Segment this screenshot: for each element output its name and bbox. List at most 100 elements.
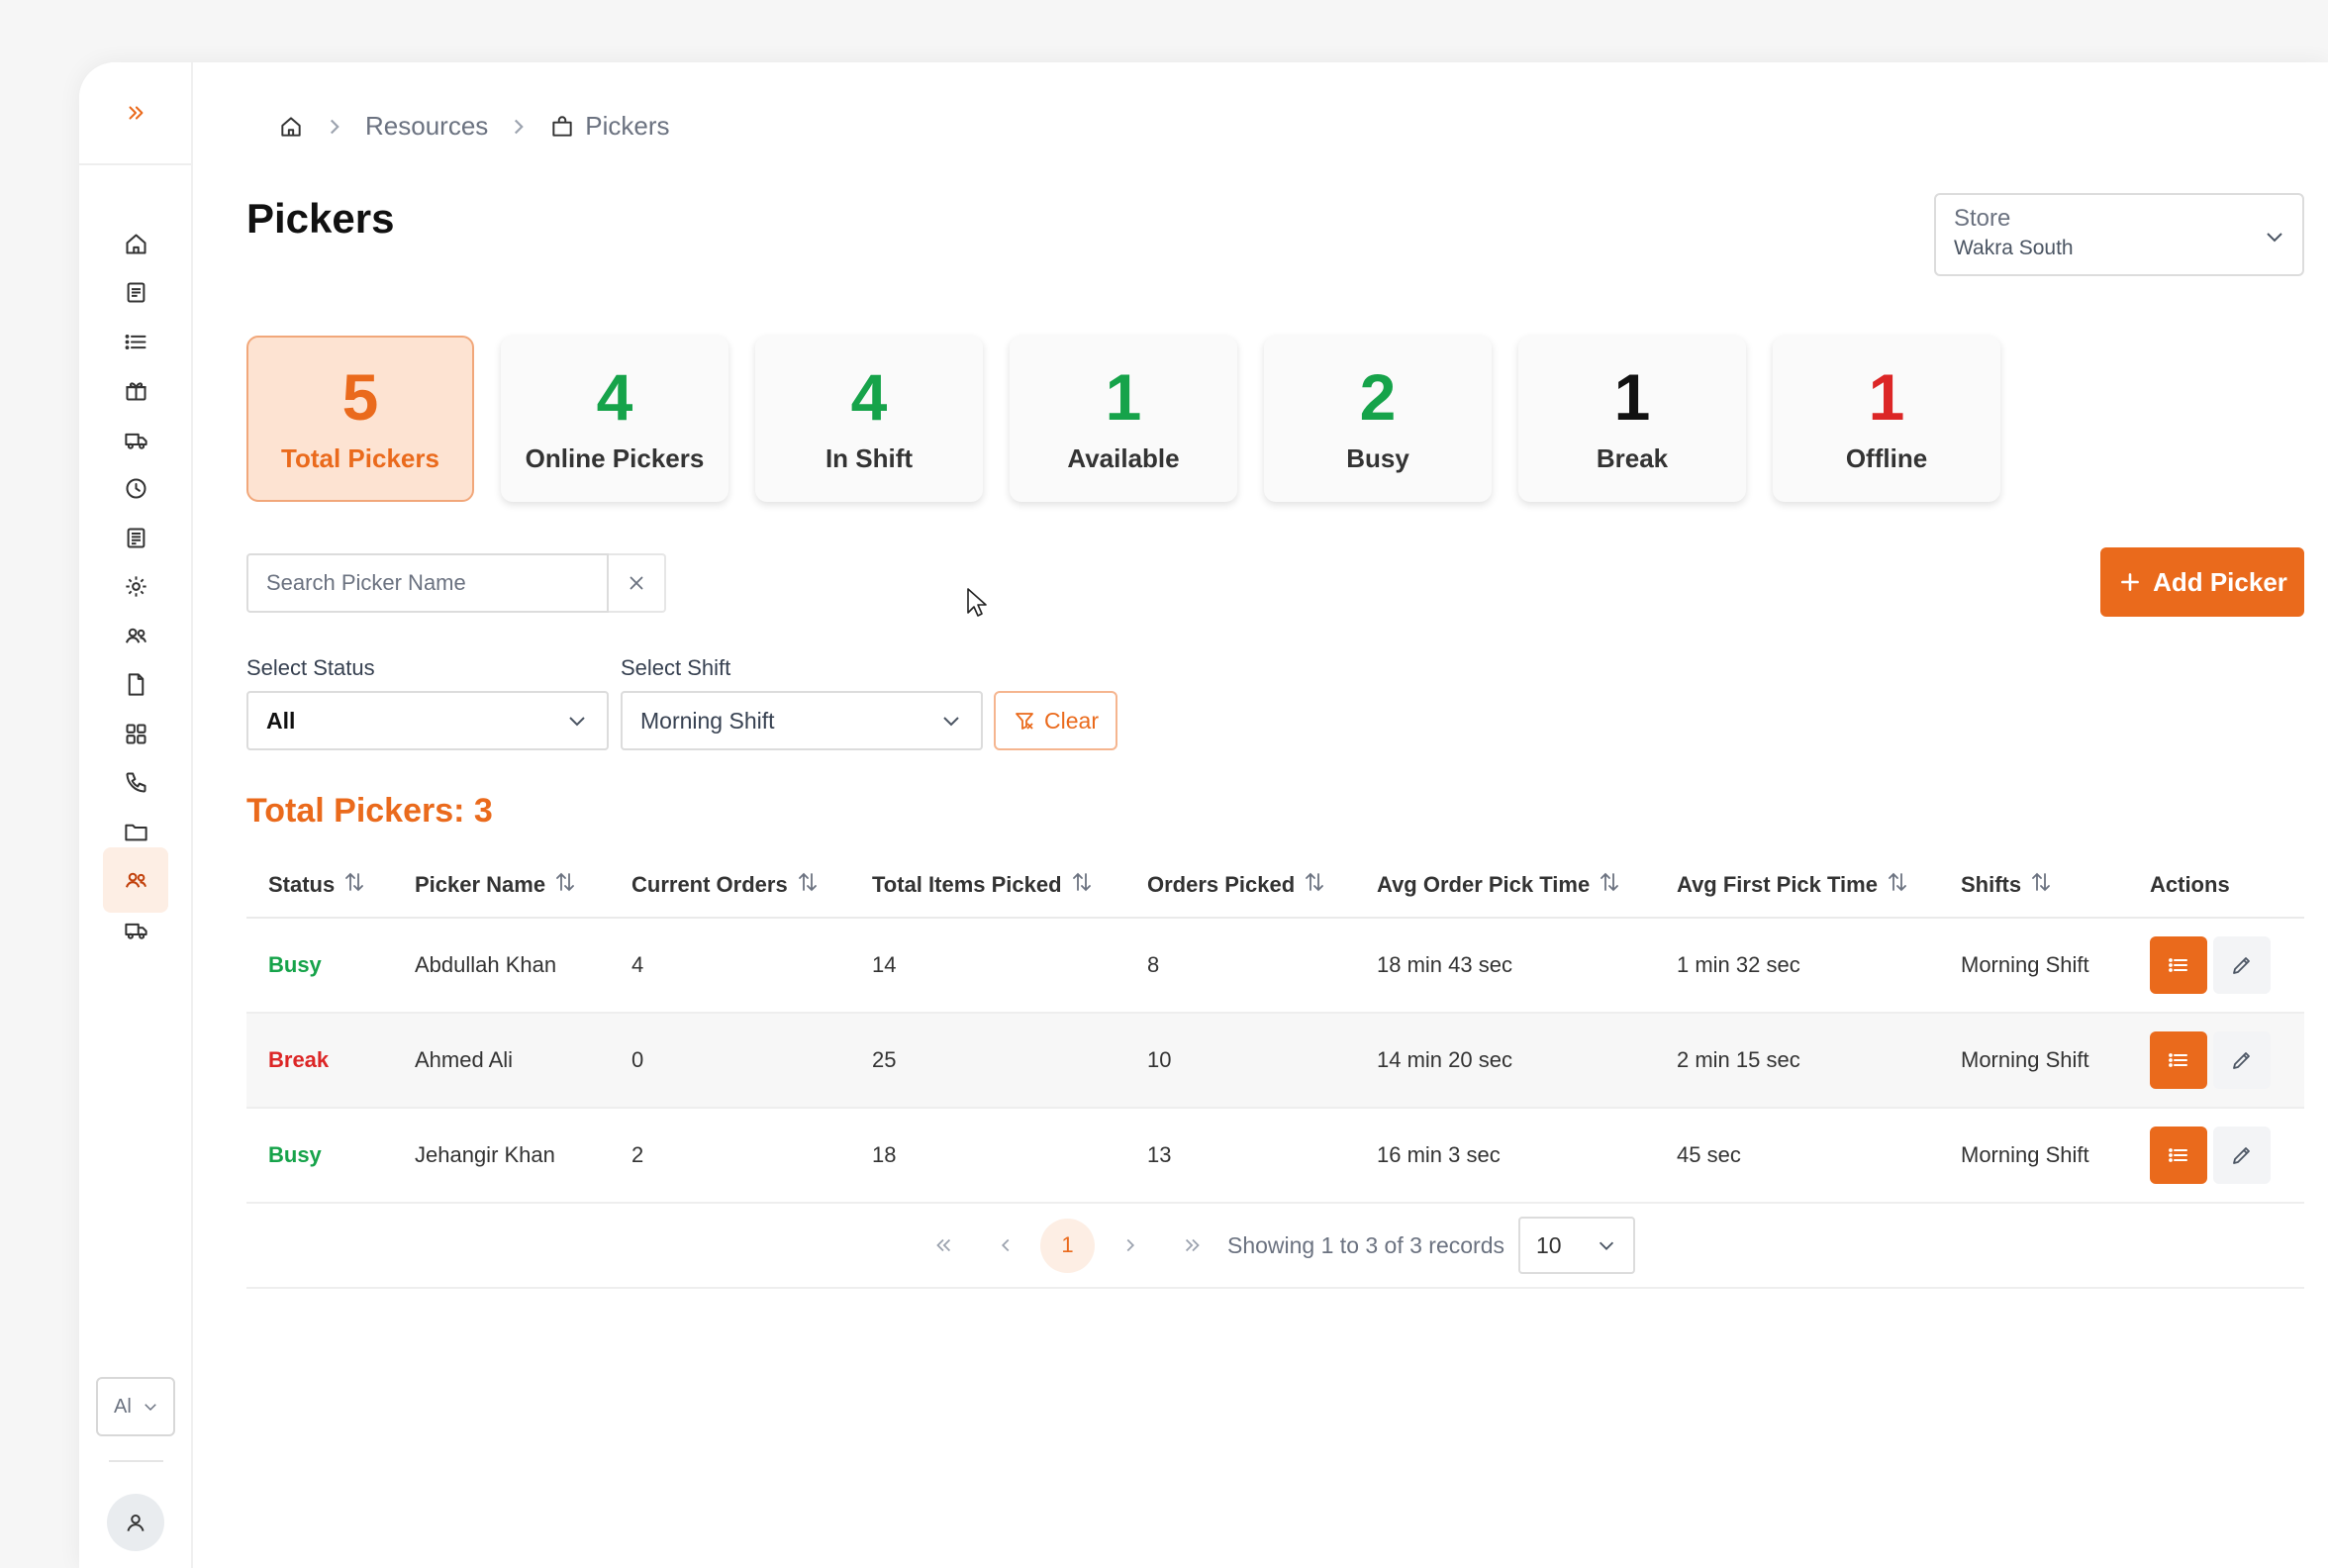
column-header[interactable]: Picker Name (393, 871, 610, 899)
sidebar-item-fleet[interactable] (103, 897, 168, 962)
total-items-cell: 18 (872, 1142, 897, 1167)
user-avatar[interactable] (107, 1494, 164, 1551)
sort-icon[interactable] (1888, 871, 1907, 899)
users-icon (125, 628, 146, 643)
double-chevron-left-icon (935, 1238, 950, 1252)
view-details-button[interactable] (2150, 1031, 2207, 1089)
stat-card-label: Total Pickers (281, 442, 439, 473)
edit-picker-button[interactable] (2213, 936, 2271, 994)
orders-picked-cell: 8 (1147, 952, 1160, 977)
shift-cell: Morning Shift (1961, 1142, 2089, 1167)
add-picker-label: Add Picker (2153, 566, 2287, 597)
store-select[interactable]: Store Wakra South (1934, 193, 2304, 276)
clock-icon (125, 477, 146, 499)
breadcrumb-pickers: Pickers (585, 111, 670, 141)
add-picker-button[interactable]: Add Picker (2100, 547, 2304, 617)
status-cell: Busy (268, 1142, 322, 1167)
status-cell: Busy (268, 952, 322, 977)
chevron-right-icon (330, 119, 340, 134)
column-header[interactable]: Shifts (1939, 871, 2128, 899)
language-select[interactable]: Al (96, 1377, 175, 1436)
page-size-select[interactable]: 10 (1518, 1217, 1635, 1274)
stat-card[interactable]: 1 Offline (1773, 336, 2000, 502)
close-icon (630, 576, 643, 590)
column-header[interactable]: Orders Picked (1125, 871, 1355, 899)
column-header[interactable]: Total Items Picked (850, 871, 1125, 899)
last-page-button[interactable] (1165, 1219, 1219, 1273)
sort-icon[interactable] (2031, 871, 2051, 899)
sort-icon[interactable] (798, 871, 818, 899)
edit-picker-button[interactable] (2213, 1031, 2271, 1089)
view-details-button[interactable] (2150, 936, 2207, 994)
sidebar-toggle-button[interactable] (79, 62, 191, 165)
table-header: Status Picker Name Current Orders Total Ite… (246, 853, 2304, 919)
sort-icon[interactable] (555, 871, 575, 899)
search-clear-button[interactable] (609, 553, 666, 613)
stat-card-value: 1 (1613, 359, 1651, 434)
chevron-left-icon (1001, 1238, 1009, 1252)
stat-card[interactable]: 4 Online Pickers (501, 336, 728, 502)
shift-cell: Morning Shift (1961, 952, 2089, 977)
column-header-label: Total Items Picked (872, 872, 1062, 897)
column-header[interactable]: Current Orders (610, 871, 850, 899)
pagination-summary: Showing 1 to 3 of 3 records (1227, 1231, 1504, 1258)
sort-icon[interactable] (1600, 871, 1619, 899)
column-header-label: Avg Order Pick Time (1377, 872, 1591, 897)
shift-select[interactable]: Morning Shift (621, 691, 983, 750)
search-field[interactable] (246, 553, 609, 613)
actions-cell (2128, 936, 2304, 994)
avg-order-time-cell: 14 min 20 sec (1377, 1047, 1512, 1072)
column-header[interactable]: Avg Order Pick Time (1355, 871, 1655, 899)
orders-picked-cell: 10 (1147, 1047, 1172, 1072)
breadcrumb: Resources Pickers (278, 111, 670, 142)
first-page-button[interactable] (916, 1219, 970, 1273)
chevron-down-icon (2267, 233, 2282, 243)
list-icon (2169, 958, 2187, 972)
prev-page-button[interactable] (978, 1219, 1032, 1273)
column-header[interactable]: Avg First Pick Time (1655, 871, 1939, 899)
sidebar-divider (109, 1460, 163, 1462)
stat-card[interactable]: 2 Busy (1264, 336, 1492, 502)
sort-icon[interactable] (1072, 871, 1092, 899)
column-header[interactable]: Status (246, 871, 393, 899)
sort-icon[interactable] (1305, 871, 1324, 899)
sort-icon[interactable] (344, 871, 364, 899)
column-header-label: Actions (2150, 872, 2230, 897)
language-value: Al (114, 1395, 132, 1418)
column-header: Actions (2128, 872, 2304, 898)
home-icon[interactable] (278, 114, 304, 140)
stat-card[interactable]: 4 In Shift (755, 336, 983, 502)
pickers-table: Status Picker Name Current Orders Total Ite… (246, 853, 2304, 1204)
stat-card-label: Break (1596, 442, 1669, 473)
list-icon (125, 334, 146, 349)
stat-card-label: Busy (1346, 442, 1409, 473)
user-icon (127, 1514, 145, 1531)
avg-first-time-cell: 1 min 32 sec (1677, 952, 1800, 977)
table-row: Break Ahmed Ali 0 25 10 14 min 20 sec 2 min 15… (246, 1014, 2304, 1109)
stat-card-value: 4 (850, 359, 888, 434)
next-page-button[interactable] (1103, 1219, 1157, 1273)
stat-card-label: Available (1067, 442, 1180, 473)
search-input[interactable] (266, 570, 589, 596)
clear-filters-button[interactable]: Clear (994, 691, 1117, 750)
gear-icon (125, 575, 146, 597)
avg-first-time-cell: 2 min 15 sec (1677, 1047, 1800, 1072)
view-details-button[interactable] (2150, 1127, 2207, 1184)
delivery-truck-icon (124, 923, 147, 939)
picker-name-cell: Abdullah Khan (415, 952, 557, 977)
status-select[interactable]: All (246, 691, 609, 750)
pencil-icon (2233, 957, 2250, 974)
avg-first-time-cell: 45 sec (1677, 1142, 1741, 1167)
stat-card[interactable]: 1 Available (1010, 336, 1237, 502)
store-value: Wakra South (1954, 237, 2074, 259)
breadcrumb-resources[interactable]: Resources (365, 111, 488, 142)
list-icon (2169, 1148, 2187, 1162)
table-row: Busy Jehangir Khan 2 18 13 16 min 3 sec 45 sec… (246, 1109, 2304, 1204)
total-items-cell: 14 (872, 952, 897, 977)
stat-card[interactable]: 5 Total Pickers (246, 336, 474, 502)
edit-picker-button[interactable] (2213, 1127, 2271, 1184)
stat-card[interactable]: 1 Break (1518, 336, 1746, 502)
stat-card-label: Online Pickers (525, 442, 705, 473)
current-page-button[interactable]: 1 (1040, 1218, 1095, 1273)
folder-icon (124, 824, 147, 840)
